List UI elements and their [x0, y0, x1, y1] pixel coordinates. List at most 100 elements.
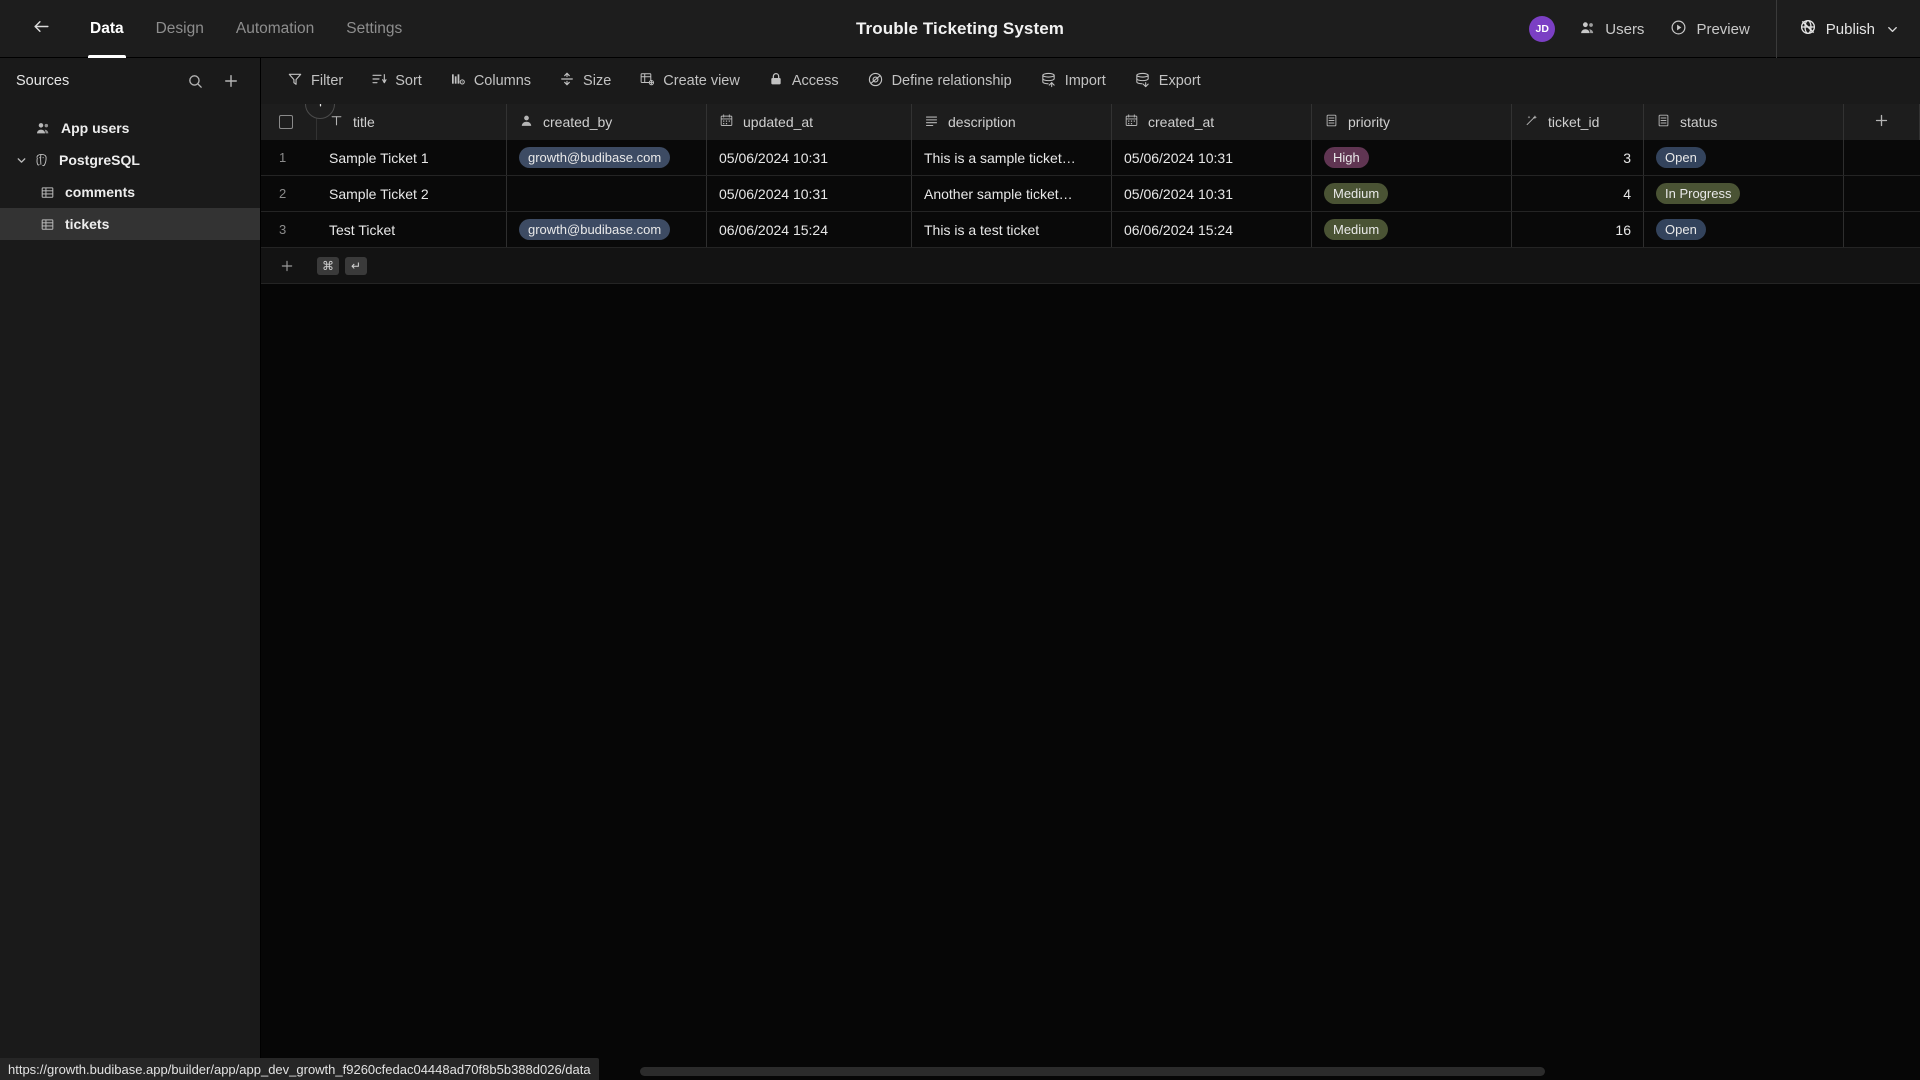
- cell-created_at[interactable]: 06/06/2024 15:24: [1112, 212, 1312, 247]
- tab-design[interactable]: Design: [140, 0, 220, 58]
- sidebar-item-postgresql[interactable]: PostgreSQL: [0, 144, 260, 176]
- sources-list: App users PostgreSQL comments tickets: [0, 112, 260, 240]
- column-header-ticket_id[interactable]: ticket_id: [1512, 104, 1644, 140]
- preview-label: Preview: [1696, 20, 1750, 38]
- priority-badge: Medium: [1324, 183, 1389, 204]
- column-header-priority[interactable]: priority: [1312, 104, 1512, 140]
- preview-play-icon: [1670, 19, 1687, 40]
- sidebar-item-comments[interactable]: comments: [0, 176, 260, 208]
- row-number: 2: [279, 186, 287, 201]
- cell-updated_at[interactable]: 06/06/2024 15:24: [707, 212, 912, 247]
- cell-ticket_id[interactable]: 16: [1512, 212, 1644, 247]
- cell-created_at[interactable]: 05/06/2024 10:31: [1112, 140, 1312, 175]
- cell-title[interactable]: Test Ticket: [317, 212, 507, 247]
- options-type-icon: [1656, 113, 1671, 131]
- table-row[interactable]: 1 Sample Ticket 1 growth@budibase.com 05…: [261, 140, 1920, 176]
- table-row[interactable]: 3 Test Ticket growth@budibase.com 06/06/…: [261, 212, 1920, 248]
- longform-type-icon: [924, 113, 939, 131]
- tab-automation-label: Automation: [235, 19, 315, 37]
- cell-ticket_id[interactable]: 3: [1512, 140, 1644, 175]
- cell-priority[interactable]: Medium: [1312, 212, 1512, 247]
- new-row[interactable]: ⌘ ↵: [261, 248, 1920, 284]
- nav-tabs: Data Design Automation Settings: [74, 0, 418, 58]
- size-button[interactable]: Size: [549, 66, 621, 96]
- cell-priority[interactable]: High: [1312, 140, 1512, 175]
- relationship-icon: [867, 71, 884, 92]
- cell-created_by[interactable]: growth@budibase.com: [507, 212, 707, 247]
- cell-created_by[interactable]: [507, 176, 707, 211]
- date-type-icon: [719, 113, 734, 131]
- filter-icon: [287, 71, 303, 91]
- cell-description[interactable]: This is a sample ticket…: [912, 140, 1112, 175]
- column-header-label: description: [948, 114, 1016, 130]
- kbd-enter: ↵: [345, 256, 367, 275]
- import-button[interactable]: Import: [1030, 66, 1116, 96]
- avatar[interactable]: JD: [1529, 16, 1556, 42]
- tab-automation[interactable]: Automation: [220, 0, 330, 58]
- users-button[interactable]: Users: [1579, 19, 1644, 40]
- select-all-checkbox[interactable]: [279, 115, 293, 129]
- lock-icon: [768, 71, 784, 91]
- cell-updated_at[interactable]: 05/06/2024 10:31: [707, 140, 912, 175]
- tab-settings[interactable]: Settings: [330, 0, 418, 58]
- cell-status[interactable]: In Progress: [1644, 176, 1844, 211]
- sidebar-item-tickets[interactable]: tickets: [0, 208, 260, 240]
- define-relationship-button[interactable]: Define relationship: [857, 66, 1022, 96]
- sources-header: Sources: [0, 58, 260, 104]
- filter-button[interactable]: Filter: [277, 66, 353, 96]
- column-header-created_by[interactable]: created_by: [507, 104, 707, 140]
- cell-description[interactable]: Another sample ticket…: [912, 176, 1112, 211]
- sidebar-item-label: tickets: [65, 216, 110, 232]
- cell-priority[interactable]: Medium: [1312, 176, 1512, 211]
- tab-data[interactable]: Data: [74, 0, 140, 58]
- row-end-spacer: [1844, 212, 1920, 247]
- status-badge: Open: [1656, 219, 1706, 240]
- cell-status[interactable]: Open: [1644, 212, 1844, 247]
- sidebar-item-app-users[interactable]: App users: [0, 112, 260, 144]
- size-label: Size: [583, 73, 612, 89]
- column-header-description[interactable]: description: [912, 104, 1112, 140]
- column-header-status[interactable]: status: [1644, 104, 1844, 140]
- create-view-label: Create view: [663, 73, 740, 89]
- cell-status[interactable]: Open: [1644, 140, 1844, 175]
- chevron-down-icon[interactable]: [12, 154, 30, 167]
- column-header-label: title: [353, 114, 375, 130]
- publish-button[interactable]: Publish: [1799, 18, 1900, 40]
- export-button[interactable]: Export: [1124, 66, 1211, 96]
- top-bar-right: JD Users Preview Publish: [1529, 0, 1920, 58]
- search-icon[interactable]: [187, 73, 204, 90]
- cell-created_by[interactable]: growth@budibase.com: [507, 140, 707, 175]
- cell-description[interactable]: This is a test ticket: [912, 212, 1112, 247]
- options-type-icon: [1324, 113, 1339, 131]
- top-bar: Data Design Automation Settings Trouble …: [0, 0, 1920, 58]
- back-button[interactable]: [26, 14, 56, 44]
- sort-button[interactable]: Sort: [361, 66, 432, 96]
- import-icon: [1040, 71, 1057, 92]
- add-source-icon[interactable]: [222, 72, 240, 90]
- cell-title[interactable]: Sample Ticket 1: [317, 140, 507, 175]
- sidebar: Sources App users PostgreSQL comments ti…: [0, 58, 261, 1080]
- create-view-button[interactable]: Create view: [629, 66, 750, 96]
- add-column-button[interactable]: [1844, 104, 1920, 140]
- status-badge: In Progress: [1656, 183, 1741, 204]
- row-number: 1: [279, 150, 287, 165]
- export-label: Export: [1158, 73, 1201, 89]
- horizontal-scrollbar[interactable]: [640, 1067, 1545, 1076]
- cell-ticket_id[interactable]: 4: [1512, 176, 1644, 211]
- grid-toolbar: Filter Sort Columns Size Create view Acc…: [261, 58, 1920, 104]
- add-row-icon[interactable]: [261, 258, 317, 274]
- access-button[interactable]: Access: [758, 66, 849, 96]
- columns-button[interactable]: Columns: [440, 66, 541, 96]
- table-icon: [36, 217, 58, 232]
- column-header-label: created_at: [1148, 114, 1215, 130]
- table-row[interactable]: 2 Sample Ticket 2 05/06/2024 10:31 Anoth…: [261, 176, 1920, 212]
- preview-button[interactable]: Preview: [1670, 19, 1750, 40]
- column-header-updated_at[interactable]: updated_at: [707, 104, 912, 140]
- cell-title[interactable]: Sample Ticket 2: [317, 176, 507, 211]
- column-header-title[interactable]: title: [317, 104, 507, 140]
- sort-icon: [371, 71, 387, 91]
- cell-created_at[interactable]: 05/06/2024 10:31: [1112, 176, 1312, 211]
- column-header-created_at[interactable]: created_at: [1112, 104, 1312, 140]
- user-type-icon: [519, 113, 534, 131]
- cell-updated_at[interactable]: 05/06/2024 10:31: [707, 176, 912, 211]
